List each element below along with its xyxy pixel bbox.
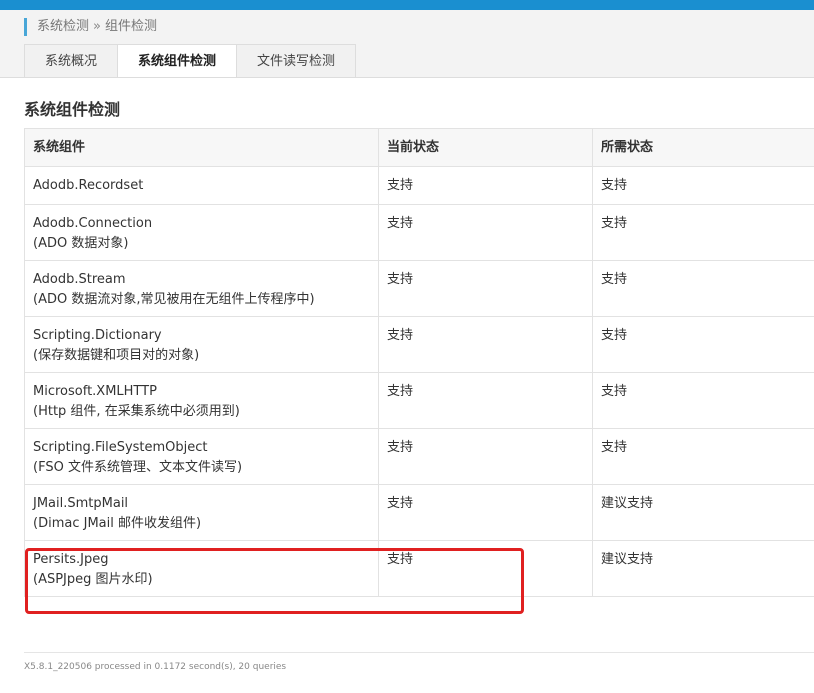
required-status-cell: 支持 <box>593 317 814 373</box>
component-desc: (Dimac JMail 邮件收发组件) <box>33 516 201 531</box>
component-name: Scripting.FileSystemObject <box>33 440 208 455</box>
required-status-cell: 建议支持 <box>593 485 814 541</box>
current-status-cell: 支持 <box>379 485 593 541</box>
table-row: Adodb.Recordset 支持 支持 <box>25 167 814 205</box>
required-status-cell: 支持 <box>593 167 814 205</box>
component-name: Persits.Jpeg <box>33 552 108 567</box>
table-row: Adodb.Connection (ADO 数据对象) 支持 支持 <box>25 205 814 261</box>
content-panel: 系统组件检测 系统组件 当前状态 所需状态 Adodb.Recordset 支持… <box>0 77 814 693</box>
tab-file-rw-check[interactable]: 文件读写检测 <box>236 44 356 78</box>
header-required-status: 所需状态 <box>593 129 814 167</box>
current-status-cell: 支持 <box>379 261 593 317</box>
component-name: Microsoft.XMLHTTP <box>33 384 157 399</box>
required-status-cell: 建议支持 <box>593 541 814 597</box>
table-row: Adodb.Stream (ADO 数据流对象,常见被用在无组件上传程序中) 支持… <box>25 261 814 317</box>
component-name: Adodb.Connection <box>33 216 152 231</box>
footer-debug-info: X5.8.1_220506 processed in 0.1172 second… <box>24 662 286 672</box>
current-status-cell: 支持 <box>379 541 593 597</box>
table-header-row: 系统组件 当前状态 所需状态 <box>25 129 814 167</box>
table-row: Microsoft.XMLHTTP (Http 组件, 在采集系统中必须用到) 支… <box>25 373 814 429</box>
component-cell: Adodb.Stream (ADO 数据流对象,常见被用在无组件上传程序中) <box>25 261 379 317</box>
current-status-cell: 支持 <box>379 205 593 261</box>
top-bar <box>0 0 814 10</box>
breadcrumb-current: 组件检测 <box>105 19 157 34</box>
component-name: Adodb.Recordset <box>33 178 143 193</box>
current-status-cell: 支持 <box>379 429 593 485</box>
component-desc: (FSO 文件系统管理、文本文件读写) <box>33 460 242 475</box>
component-cell: Scripting.FileSystemObject (FSO 文件系统管理、文本… <box>25 429 379 485</box>
component-cell: Adodb.Recordset <box>25 167 379 205</box>
header-component: 系统组件 <box>25 129 379 167</box>
page: 系统检测 » 组件检测 系统概况 系统组件检测 文件读写检测 系统组件检测 系统组件… <box>0 10 814 692</box>
breadcrumb-root[interactable]: 系统检测 <box>37 19 89 34</box>
component-table: 系统组件 当前状态 所需状态 Adodb.Recordset 支持 支持 Ado… <box>24 128 814 597</box>
component-desc: (Http 组件, 在采集系统中必须用到) <box>33 404 240 419</box>
required-status-cell: 支持 <box>593 261 814 317</box>
component-cell: JMail.SmtpMail (Dimac JMail 邮件收发组件) <box>25 485 379 541</box>
component-name: Scripting.Dictionary <box>33 328 162 343</box>
current-status-cell: 支持 <box>379 317 593 373</box>
component-desc: (ASPJpeg 图片水印) <box>33 572 153 587</box>
breadcrumb-separator: » <box>93 19 101 34</box>
table-row: Persits.Jpeg (ASPJpeg 图片水印) 支持 建议支持 <box>25 541 814 597</box>
component-cell: Microsoft.XMLHTTP (Http 组件, 在采集系统中必须用到) <box>25 373 379 429</box>
component-desc: (ADO 数据流对象,常见被用在无组件上传程序中) <box>33 292 315 307</box>
component-cell: Adodb.Connection (ADO 数据对象) <box>25 205 379 261</box>
table-row: Scripting.Dictionary (保存数据键和项目对的对象) 支持 支持 <box>25 317 814 373</box>
footer-divider <box>24 652 814 653</box>
table-row: Scripting.FileSystemObject (FSO 文件系统管理、文本… <box>25 429 814 485</box>
tab-system-overview[interactable]: 系统概况 <box>24 44 118 78</box>
current-status-cell: 支持 <box>379 167 593 205</box>
current-status-cell: 支持 <box>379 373 593 429</box>
component-desc: (保存数据键和项目对的对象) <box>33 348 199 363</box>
component-desc: (ADO 数据对象) <box>33 236 128 251</box>
section-title: 系统组件检测 <box>24 96 120 120</box>
tab-bar: 系统概况 系统组件检测 文件读写检测 <box>24 44 355 78</box>
component-name: Adodb.Stream <box>33 272 126 287</box>
required-status-cell: 支持 <box>593 205 814 261</box>
required-status-cell: 支持 <box>593 373 814 429</box>
required-status-cell: 支持 <box>593 429 814 485</box>
breadcrumb: 系统检测 » 组件检测 <box>24 18 157 36</box>
component-cell: Persits.Jpeg (ASPJpeg 图片水印) <box>25 541 379 597</box>
tab-component-check[interactable]: 系统组件检测 <box>117 44 237 79</box>
component-cell: Scripting.Dictionary (保存数据键和项目对的对象) <box>25 317 379 373</box>
header-current-status: 当前状态 <box>379 129 593 167</box>
component-name: JMail.SmtpMail <box>33 496 128 511</box>
table-row: JMail.SmtpMail (Dimac JMail 邮件收发组件) 支持 建议… <box>25 485 814 541</box>
